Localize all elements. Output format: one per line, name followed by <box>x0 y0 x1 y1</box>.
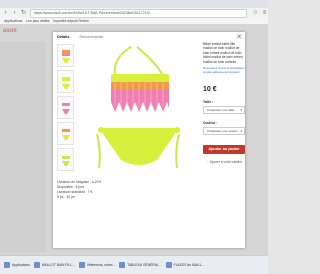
site-logo[interactable]: asoli <box>3 28 17 34</box>
product-price: 10 € <box>203 86 217 94</box>
add-to-cart-button[interactable]: Ajouter au panier <box>203 145 245 155</box>
thumbnail-image[interactable] <box>57 44 74 67</box>
taskbar-item[interactable]: Applications <box>4 262 30 268</box>
menu-icon[interactable]: ≡ <box>261 10 268 17</box>
document-icon <box>165 262 172 268</box>
size-select[interactable]: Choisissez une taille ▾ <box>203 106 245 115</box>
document-icon <box>119 262 126 268</box>
taskbar-label: Applications <box>12 263 30 267</box>
browser-icon <box>78 262 85 268</box>
thumbnail-image[interactable] <box>57 96 74 119</box>
wishlist-link[interactable]: ♡ Ajouter à votre wishlist <box>203 160 245 164</box>
taskbar-label: TABLEAU GÉNÉRAL... <box>127 263 162 267</box>
product-title: Bikini enfant bébé fille maillot de bain… <box>203 42 243 64</box>
taskbar-item[interactable]: MAILLOT BAIN FILL... <box>33 262 75 268</box>
reload-icon[interactable]: ↻ <box>20 10 27 17</box>
browser-icon <box>33 262 40 268</box>
bookmark-item[interactable]: Importés depuis Firefox <box>53 19 88 23</box>
page-sidebar <box>0 42 46 252</box>
size-select-value: Choisissez une taille <box>207 108 235 113</box>
delivery-time: 5 jrs - 10 jrs <box>57 195 75 199</box>
modal-tabs: Détails Recommandé <box>57 35 103 39</box>
color-select[interactable]: Choisissez une couleur ▾ <box>203 127 245 136</box>
chevron-down-icon: ▾ <box>240 129 242 134</box>
taskbar: Applications MAILLOT BAIN FILL... Vêteme… <box>0 255 268 274</box>
back-icon[interactable]: ‹ <box>2 10 9 17</box>
url-input[interactable]: https://www.asoli.com/en/HAWLUT BAB Pièc… <box>30 8 247 18</box>
tab-recommended[interactable]: Recommandé <box>79 35 103 39</box>
taskbar-label: PLACES de MAILL... <box>173 263 205 267</box>
thumbnail-image[interactable] <box>57 70 74 93</box>
taskbar-item[interactable]: Vêtements, robes... <box>78 262 116 268</box>
product-modal: ✕ Détails Recommandé Livraison en Magasi… <box>53 32 245 248</box>
address-bar: ‹ › ↻ https://www.asoli.com/en/HAWLUT BA… <box>0 8 268 18</box>
thumbnail-image[interactable] <box>57 148 74 171</box>
taskbar-label: MAILLOT BAIN FILL... <box>41 263 75 267</box>
taskbar-item[interactable]: PLACES de MAILL... <box>165 262 205 268</box>
browser-tab-bar <box>0 0 268 8</box>
apps-icon <box>4 262 10 268</box>
color-select-value: Choisissez une couleur <box>207 129 239 134</box>
bookmark-item[interactable]: Les plus visités <box>26 19 49 23</box>
forward-icon[interactable]: › <box>11 10 18 17</box>
screen: ‹ › ↻ https://www.asoli.com/en/HAWLUT BA… <box>0 0 268 274</box>
star-icon[interactable]: ☆ <box>252 10 259 17</box>
tab-details[interactable]: Détails <box>57 35 69 39</box>
product-main-image[interactable] <box>79 42 199 180</box>
taskbar-item[interactable]: TABLEAU GÉNÉRAL... <box>119 262 162 268</box>
thumbnail-list <box>57 44 74 174</box>
product-description: Livraison en Magasin : 6,20 € Disponible… <box>57 180 177 200</box>
color-label: Couleur : <box>203 121 218 126</box>
size-label: Taille : <box>203 100 214 105</box>
product-panel: Bikini enfant bébé fille maillot de bain… <box>203 42 245 164</box>
thumbnail-image[interactable] <box>57 122 74 145</box>
bookmark-item[interactable]: Applications <box>4 19 22 23</box>
chevron-down-icon: ▾ <box>240 108 242 113</box>
delivery-note-link[interactable]: Découvrez le prix et la livraison à votr… <box>203 66 245 74</box>
taskbar-label: Vêtements, robes... <box>86 263 116 267</box>
close-icon[interactable]: ✕ <box>236 33 242 41</box>
